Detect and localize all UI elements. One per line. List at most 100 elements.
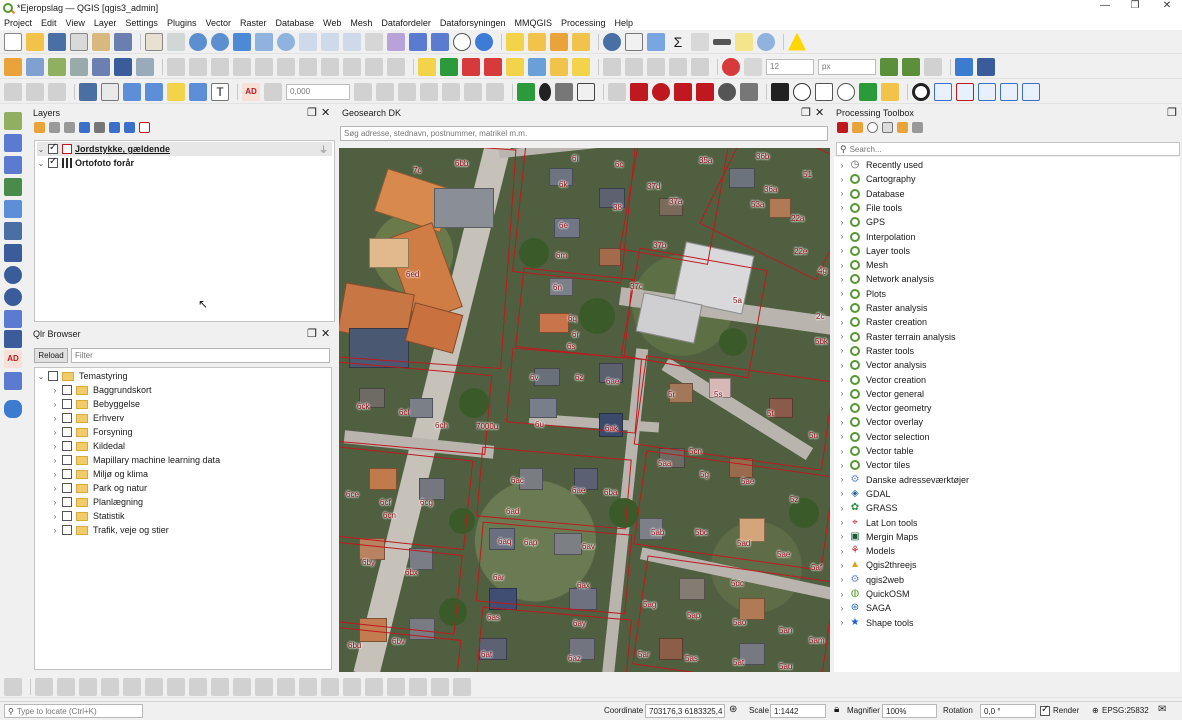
- zoom-in-icon[interactable]: [189, 32, 207, 51]
- chevron-right-icon[interactable]: ›: [51, 470, 59, 479]
- scissors-icon[interactable]: [343, 677, 361, 696]
- layer-row-ortofoto[interactable]: ⌄ Ortofoto forår: [37, 156, 134, 170]
- search-map-icon[interactable]: [652, 82, 670, 101]
- add-mesh-layer-icon[interactable]: [4, 156, 22, 174]
- azimuth-tool-icon[interactable]: [1000, 82, 1018, 101]
- float-panel-icon[interactable]: ❐: [801, 106, 811, 120]
- zoom-native-icon[interactable]: [299, 32, 317, 51]
- close-vertex-icon[interactable]: [924, 57, 942, 76]
- chevron-right-icon[interactable]: ›: [838, 618, 846, 627]
- trim-extend-icon[interactable]: [420, 82, 438, 101]
- chevron-right-icon[interactable]: ›: [838, 575, 846, 584]
- results-viewer-icon[interactable]: [882, 121, 893, 133]
- chevron-right-icon[interactable]: ›: [51, 442, 59, 451]
- expand-all-icon[interactable]: [109, 121, 120, 133]
- processing-item-layer-tools[interactable]: › Layer tools: [838, 244, 910, 258]
- offset-curve-icon[interactable]: [145, 82, 163, 101]
- chevron-right-icon[interactable]: ›: [51, 498, 59, 507]
- kortforsyning-icon[interactable]: [771, 82, 789, 101]
- scale-icon[interactable]: [409, 677, 427, 696]
- tree-item-erhverv[interactable]: › Erhverv: [51, 411, 124, 425]
- rotate-icon[interactable]: [387, 677, 405, 696]
- chevron-right-icon[interactable]: ›: [838, 232, 846, 241]
- rotation-field[interactable]: 0,0 °: [980, 704, 1036, 718]
- circle-tool-icon[interactable]: [912, 82, 930, 101]
- collapse-all-icon[interactable]: [124, 121, 135, 133]
- grid-select-icon[interactable]: [555, 82, 573, 101]
- item-checkbox[interactable]: [62, 399, 72, 409]
- processing-item-gdal[interactable]: › ◈ GDAL: [838, 487, 891, 501]
- restore-icon[interactable]: ❐: [1120, 0, 1150, 11]
- label-properties-icon[interactable]: [572, 57, 590, 76]
- processing-search-box[interactable]: ⚲: [836, 142, 1180, 156]
- xy-tool-icon[interactable]: [934, 82, 952, 101]
- style-manager-icon[interactable]: [114, 32, 132, 51]
- merge-icon[interactable]: [464, 82, 482, 101]
- circle-icon[interactable]: [35, 677, 53, 696]
- add-vector-icon[interactable]: [48, 57, 66, 76]
- chevron-right-icon[interactable]: ›: [51, 386, 59, 395]
- reverse-line-icon[interactable]: [431, 677, 449, 696]
- tree-item-trafik[interactable]: › Trafik, veje og stier: [51, 523, 169, 537]
- measure-distance-icon[interactable]: [264, 82, 282, 101]
- zoom-to-selection-icon[interactable]: [255, 32, 273, 51]
- manage-map-themes-icon[interactable]: [64, 121, 75, 133]
- cad-toggle-icon[interactable]: [4, 677, 22, 696]
- swap-arrows-icon[interactable]: [577, 82, 595, 101]
- chevron-right-icon[interactable]: ›: [838, 504, 846, 513]
- processing-item-saga[interactable]: › ⊛ SAGA: [838, 601, 891, 615]
- scale-field[interactable]: 1:1442: [770, 704, 826, 718]
- toggle-editing-icon[interactable]: [189, 57, 207, 76]
- delete-ring-icon[interactable]: [669, 57, 687, 76]
- processing-item-mesh[interactable]: › Mesh: [838, 258, 888, 272]
- processing-item-shape-tools[interactable]: › ★ Shape tools: [838, 616, 914, 630]
- processing-item-danske-adresseværktøjer[interactable]: › ⚙ Danske adresseværktøjer: [838, 473, 969, 487]
- advanced-digitizing-icon[interactable]: [4, 82, 22, 101]
- processing-item-vector-analysis[interactable]: › Vector analysis: [838, 358, 927, 372]
- delete-selected-icon[interactable]: [277, 57, 295, 76]
- ellipse-icon[interactable]: [145, 677, 163, 696]
- chevron-right-icon[interactable]: ›: [838, 547, 846, 556]
- chevron-right-icon[interactable]: ›: [838, 332, 846, 341]
- chevron-right-icon[interactable]: ›: [838, 175, 846, 184]
- select-by-location-icon[interactable]: [572, 32, 590, 51]
- warning-triangle-icon[interactable]: [788, 32, 806, 51]
- edit-pencil-icon[interactable]: [881, 82, 899, 101]
- chevron-right-icon[interactable]: ›: [838, 532, 846, 541]
- circle-2pts-icon[interactable]: [101, 677, 119, 696]
- processing-item-vector-tiles[interactable]: › Vector tiles: [838, 458, 910, 472]
- processing-item-qgis2web[interactable]: › ⚙ qgis2web: [838, 573, 904, 587]
- arc-center-icon[interactable]: [321, 677, 339, 696]
- remove-pin-icon[interactable]: [630, 82, 648, 101]
- chevron-right-icon[interactable]: ›: [838, 604, 846, 613]
- processing-item-grass[interactable]: › ✿ GRASS: [838, 501, 898, 515]
- snap-angle-icon[interactable]: [354, 82, 372, 101]
- save-edits-icon[interactable]: [211, 57, 229, 76]
- chevron-right-icon[interactable]: ›: [838, 361, 846, 370]
- menu-layer[interactable]: Layer: [94, 18, 117, 28]
- show-hide-labels-icon[interactable]: [484, 57, 502, 76]
- copy-features-icon[interactable]: [321, 57, 339, 76]
- regular-polygon-icon[interactable]: [211, 677, 229, 696]
- chevron-right-icon[interactable]: ›: [51, 484, 59, 493]
- add-spatialite-icon[interactable]: [4, 200, 22, 218]
- processing-item-file-tools[interactable]: › File tools: [838, 201, 902, 215]
- road-tool-icon[interactable]: [1022, 82, 1040, 101]
- chevron-right-icon[interactable]: ›: [51, 428, 59, 437]
- tree-item-statistik[interactable]: › Statistik: [51, 509, 125, 523]
- models-icon[interactable]: [837, 121, 848, 133]
- perpendicular-icon[interactable]: [398, 82, 416, 101]
- add-wfs-icon[interactable]: [4, 244, 22, 262]
- menu-project[interactable]: Project: [4, 18, 32, 28]
- chevron-right-icon[interactable]: ›: [838, 461, 846, 470]
- processing-item-gps[interactable]: › GPS: [838, 215, 885, 229]
- expand-chevron-icon[interactable]: ⌄: [37, 372, 45, 381]
- undo-icon[interactable]: [365, 57, 383, 76]
- menu-edit[interactable]: Edit: [41, 18, 57, 28]
- add-feature-icon[interactable]: [233, 57, 251, 76]
- polygon-icon[interactable]: [189, 677, 207, 696]
- processing-item-mergin-maps[interactable]: › ▣ Mergin Maps: [838, 530, 918, 544]
- georeferencer-icon[interactable]: [517, 82, 535, 101]
- rotation-field[interactable]: 0,000: [286, 83, 350, 100]
- split-icon[interactable]: [442, 82, 460, 101]
